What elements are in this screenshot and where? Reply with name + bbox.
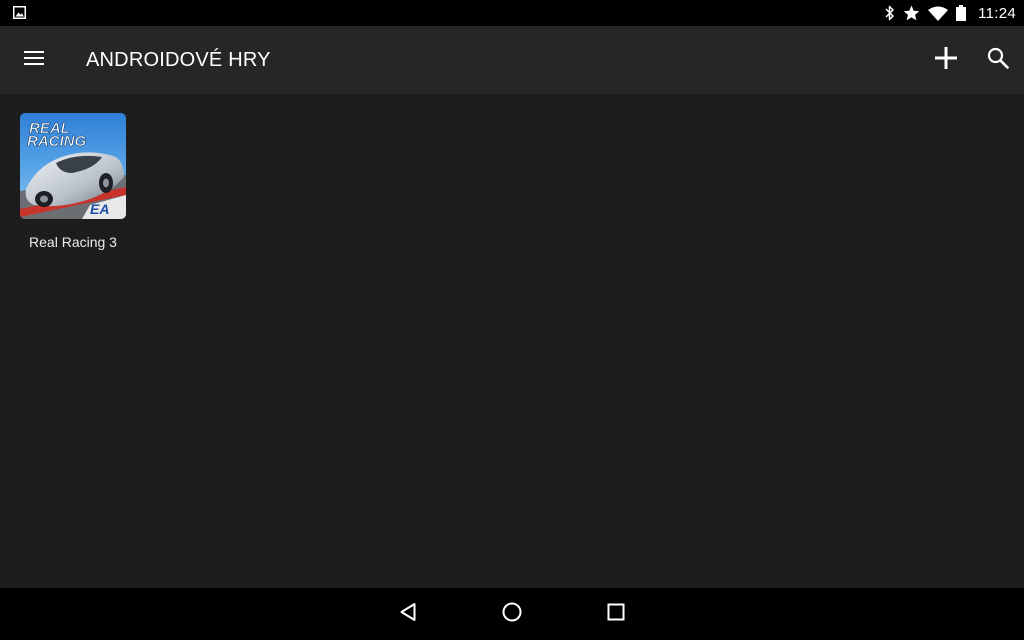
search-icon bbox=[987, 47, 1009, 74]
status-bar: 11:24 bbox=[0, 0, 1024, 26]
gallery-notification-icon bbox=[13, 6, 26, 19]
recents-button[interactable] bbox=[596, 594, 636, 634]
svg-text:EA: EA bbox=[90, 201, 109, 217]
page-title: ANDROIDOVÉ HRY bbox=[86, 49, 271, 71]
search-button[interactable] bbox=[978, 40, 1018, 80]
recents-icon bbox=[607, 603, 625, 626]
battery-icon bbox=[956, 5, 967, 21]
navigation-bar bbox=[0, 588, 1024, 640]
game-tile-real-racing-3[interactable]: REAL RACING EA Real Racing 3 bbox=[12, 108, 134, 264]
svg-text:RACING: RACING bbox=[27, 133, 86, 150]
menu-button[interactable] bbox=[14, 40, 54, 80]
screen: 11:24 ANDROIDOVÉ HRY REAL RACING EA Real… bbox=[0, 0, 1024, 640]
games-grid: REAL RACING EA Real Racing 3 bbox=[0, 94, 1024, 588]
back-button[interactable] bbox=[388, 594, 428, 634]
game-name: Real Racing 3 bbox=[29, 234, 117, 250]
real-racing-3-app-icon[interactable]: REAL RACING EA bbox=[20, 113, 126, 219]
add-button[interactable] bbox=[926, 40, 966, 80]
wifi-icon bbox=[928, 6, 949, 21]
home-icon bbox=[502, 602, 522, 627]
back-icon bbox=[399, 602, 417, 627]
ea-logo: EA bbox=[90, 201, 109, 217]
home-button[interactable] bbox=[492, 594, 532, 634]
add-icon bbox=[935, 46, 957, 74]
status-icons: 11:24 bbox=[885, 0, 1016, 26]
hamburger-menu-icon bbox=[24, 50, 44, 71]
app-bar: ANDROIDOVÉ HRY bbox=[0, 26, 1024, 94]
status-time: 11:24 bbox=[978, 4, 1016, 22]
bluetooth-icon bbox=[885, 5, 895, 21]
icon-text-line2: RACING bbox=[27, 133, 86, 150]
star-icon bbox=[903, 5, 920, 21]
